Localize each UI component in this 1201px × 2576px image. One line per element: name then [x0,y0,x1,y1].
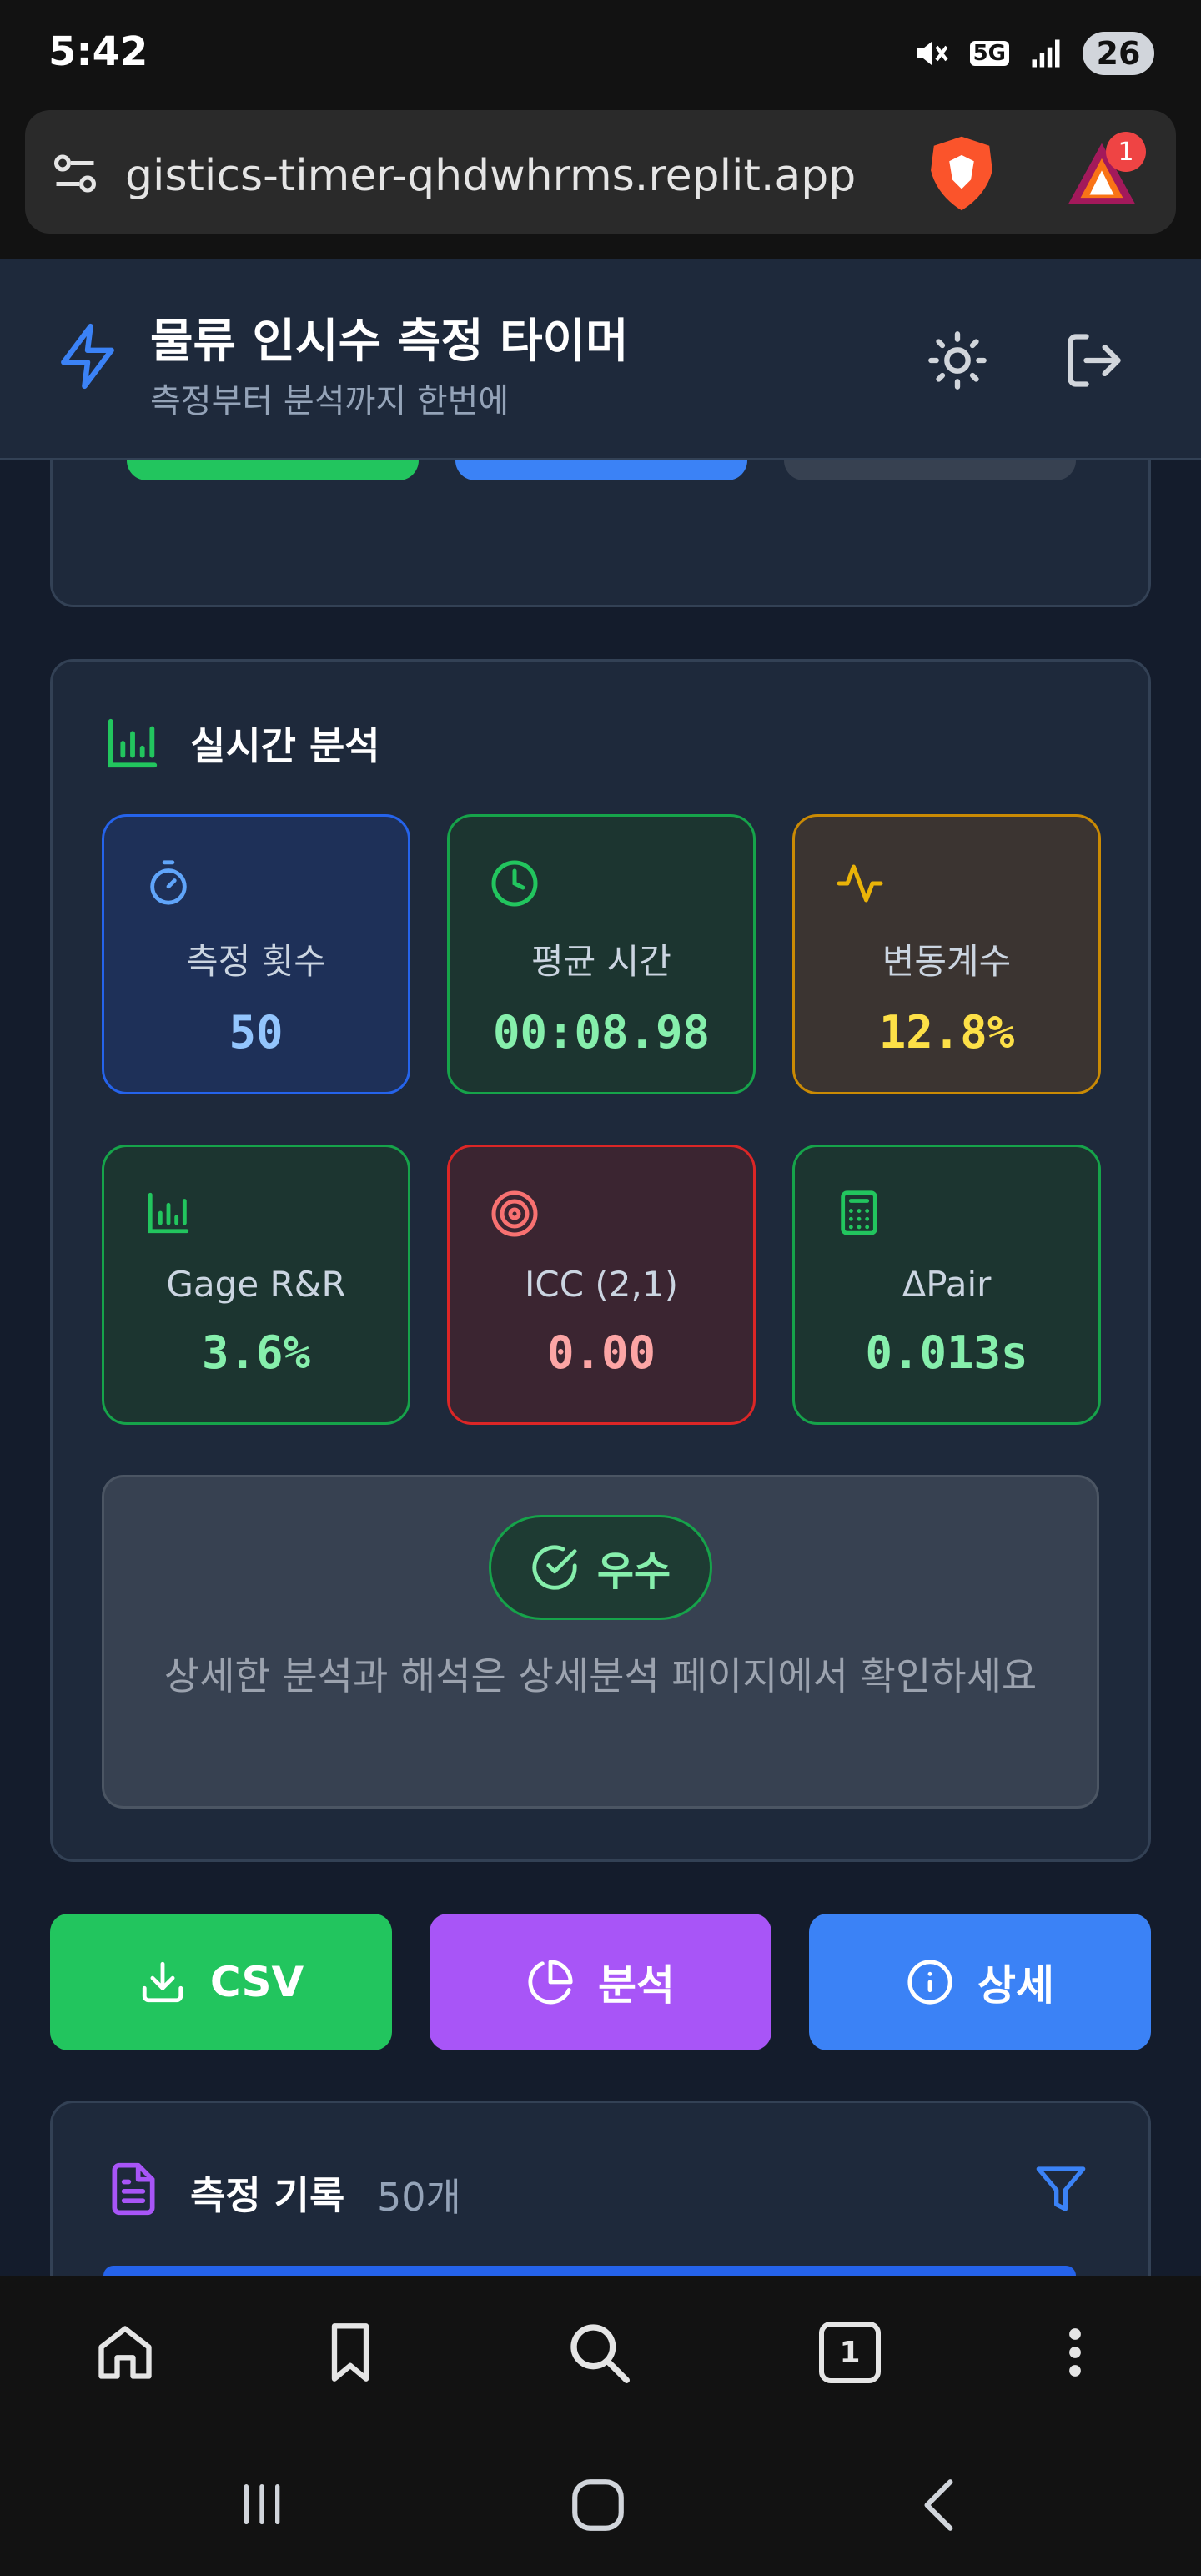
check-circle-icon [532,1545,577,1590]
notification-badge: 1 [1106,132,1146,172]
brave-shield-icon[interactable] [924,133,999,214]
bar-chart-icon [148,1192,189,1234]
logout-icon[interactable] [1063,329,1126,392]
stat-card-count: 측정 횟수 50 [102,814,410,1094]
zap-icon [61,323,114,390]
records-title: 측정 기록 [190,2173,345,2218]
site-settings-icon[interactable] [50,148,100,199]
stat-label: 평균 시간 [531,941,671,982]
detail-button[interactable]: 상세 [809,1914,1151,2050]
app-subtitle: 측정부터 분석까지 한번에 [150,382,510,420]
records-count: 50개 [377,2175,461,2220]
mute-icon [916,42,948,65]
tabs-button[interactable]: 1 [819,2322,881,2383]
stat-card-gage-rr: Gage R&R 3.6% [102,1145,410,1425]
grade-label: 우수 [596,1548,671,1595]
bar-chart-icon [108,718,158,768]
stat-label: 측정 횟수 [186,941,326,982]
timer-icon [150,860,187,905]
filter-icon[interactable] [1034,2162,1088,2216]
stat-label: 변동계수 [882,941,1012,982]
stat-value: 0.013s [865,1326,1028,1379]
back-icon[interactable] [909,2474,971,2536]
stat-value: 0.00 [546,1326,656,1379]
stat-card-average: 평균 시간 00:08.98 [447,814,756,1094]
status-icons: 5G 26 [912,30,1154,77]
calculator-icon [841,1190,877,1235]
status-time: 5:42 [48,28,148,75]
target-icon [491,1190,538,1237]
stat-value: 50 [229,1006,284,1059]
detail-label: 상세 [977,1961,1054,2010]
analysis-title: 실시간 분석 [190,723,380,768]
theme-toggle-icon[interactable] [926,329,989,392]
record-row[interactable] [103,2266,1076,2276]
pie-chart-icon [528,1960,573,2005]
stat-label: Gage R&R [166,1264,346,1305]
search-icon[interactable] [565,2319,632,2386]
bookmark-icon[interactable] [319,2321,382,2384]
info-icon [907,1960,952,2005]
stat-value: 12.8% [878,1006,1015,1059]
analysis-label: 분석 [598,1961,675,2010]
battery-indicator: 26 [1083,32,1154,75]
clock-icon [491,860,538,907]
stat-card-icc: ICC (2,1) 0.00 [447,1145,756,1425]
stat-label: ΔPair [902,1264,992,1305]
csv-label: CSV [209,1958,304,2006]
summary-text: 상세한 분석과 해석은 상세분석 페이지에서 확인하세요 [163,1653,1038,1698]
network-type: 5G [969,41,1009,66]
signal-icon [1032,39,1060,68]
grade-badge: 우수 [489,1515,712,1620]
csv-download-button[interactable]: CSV [50,1914,392,2050]
app-title: 물류 인시수 측정 타이머 [150,314,629,369]
stat-card-cv: 변동계수 12.8% [792,814,1101,1094]
stat-card-delta-pair: ΔPair 0.013s [792,1145,1101,1425]
stat-value: 00:08.98 [492,1006,711,1059]
activity-icon [837,864,883,903]
download-icon [142,1961,183,2003]
home-icon[interactable] [93,2321,157,2384]
home-button-icon[interactable] [567,2474,629,2536]
more-menu-icon[interactable] [1048,2321,1103,2384]
url-text[interactable]: gistics-timer-qhdwhrms.replit.app [125,147,901,205]
recent-apps-icon[interactable] [234,2478,290,2531]
stat-value: 3.6% [201,1326,311,1379]
file-text-icon [112,2162,155,2216]
stat-label: ICC (2,1) [525,1264,678,1305]
analysis-button[interactable]: 분석 [430,1914,771,2050]
